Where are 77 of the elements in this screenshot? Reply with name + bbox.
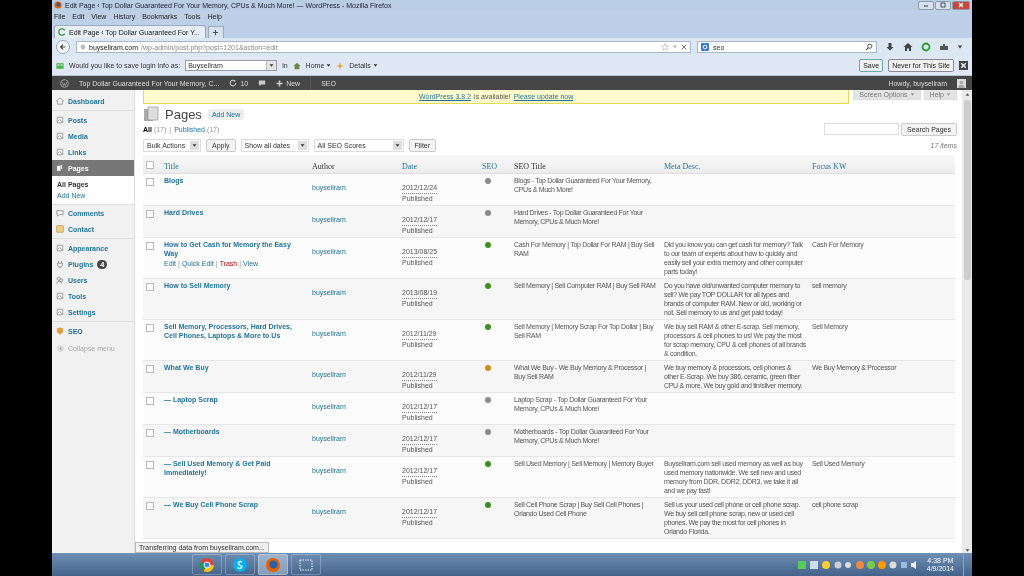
column-header: Author — [312, 162, 335, 171]
row-checkbox[interactable] — [146, 429, 154, 437]
column-header[interactable]: Date — [402, 162, 418, 171]
site-identity-icon[interactable] — [80, 44, 86, 50]
puzzle-icon[interactable] — [939, 42, 949, 52]
column-header[interactable]: Meta Desc. — [664, 162, 701, 171]
firefox-icon — [54, 1, 62, 9]
row-checkbox[interactable] — [146, 397, 154, 405]
select-all-checkbox[interactable] — [146, 161, 154, 169]
ring-icon[interactable] — [921, 42, 931, 52]
speech-bubble-icon[interactable] — [258, 79, 267, 87]
caret-icon — [909, 92, 915, 97]
sparkle-icon — [336, 61, 345, 70]
pages-icon — [56, 164, 64, 172]
shield-icon — [56, 327, 64, 335]
row-checkbox[interactable] — [146, 283, 154, 291]
search-pages-field[interactable] — [824, 123, 899, 135]
caret-icon — [299, 143, 305, 148]
row-checkbox[interactable] — [146, 502, 154, 510]
caret-icon — [372, 63, 378, 68]
firefox-icon — [265, 556, 281, 573]
plus-icon — [212, 29, 220, 36]
caret-icon — [394, 143, 400, 148]
speech-bubble-icon — [56, 209, 64, 217]
home-icon[interactable] — [903, 42, 913, 52]
google-icon — [701, 43, 709, 51]
column-header[interactable]: Focus KW — [812, 162, 847, 171]
column-header: SEO Title — [514, 162, 546, 171]
star-icon[interactable] — [661, 43, 669, 51]
photo-icon — [56, 132, 64, 140]
avatar-icon[interactable] — [957, 78, 966, 88]
row-checkbox[interactable] — [146, 324, 154, 332]
wordpress-logo-icon[interactable] — [60, 78, 69, 88]
column-header[interactable]: Title — [164, 162, 179, 171]
back-button[interactable] — [56, 40, 70, 54]
page-heading: Pages — [165, 106, 202, 122]
download-icon[interactable] — [885, 42, 895, 52]
caret-icon — [946, 92, 951, 97]
caret-icon — [326, 63, 332, 68]
taskbar-app-button[interactable] — [258, 554, 288, 575]
caret-icon[interactable] — [957, 44, 963, 50]
scrollbar[interactable] — [962, 90, 972, 553]
caret-icon — [269, 63, 275, 68]
caret-icon — [192, 143, 197, 148]
maximize-icon — [938, 2, 948, 8]
form-icon — [56, 225, 64, 233]
row-checkbox[interactable] — [146, 242, 154, 250]
row-checkbox[interactable] — [146, 365, 154, 373]
close-button[interactable] — [952, 0, 970, 10]
taskbar-app-button[interactable] — [225, 554, 255, 575]
taskbar-app-button[interactable] — [192, 554, 222, 575]
people-icon — [56, 276, 64, 284]
key-icon — [56, 61, 64, 70]
close-icon — [956, 2, 966, 8]
loading-spinner-icon — [58, 28, 66, 36]
back-arrow-icon — [59, 43, 67, 51]
taskbar-app-button[interactable] — [291, 554, 321, 575]
house-icon — [56, 97, 64, 105]
minimize-button[interactable] — [918, 0, 934, 10]
row-checkbox[interactable] — [146, 461, 154, 469]
chrome-icon — [199, 556, 215, 573]
refresh-icon — [229, 79, 238, 87]
stop-icon[interactable] — [681, 44, 687, 50]
plus-icon — [276, 79, 284, 87]
maximize-button[interactable] — [935, 0, 951, 10]
close-icon[interactable] — [959, 61, 968, 70]
snipping-tool-icon — [298, 556, 314, 573]
plug-icon — [56, 260, 64, 268]
pages-icon — [143, 106, 159, 122]
search-icon[interactable] — [865, 43, 873, 51]
house-icon — [292, 61, 301, 70]
skype-icon — [232, 556, 248, 573]
row-checkbox[interactable] — [146, 178, 154, 186]
new-tab-button[interactable] — [207, 26, 224, 38]
scroll-up-icon[interactable] — [964, 92, 970, 97]
row-checkbox[interactable] — [146, 210, 154, 218]
collapse-arrow-icon — [57, 345, 64, 352]
